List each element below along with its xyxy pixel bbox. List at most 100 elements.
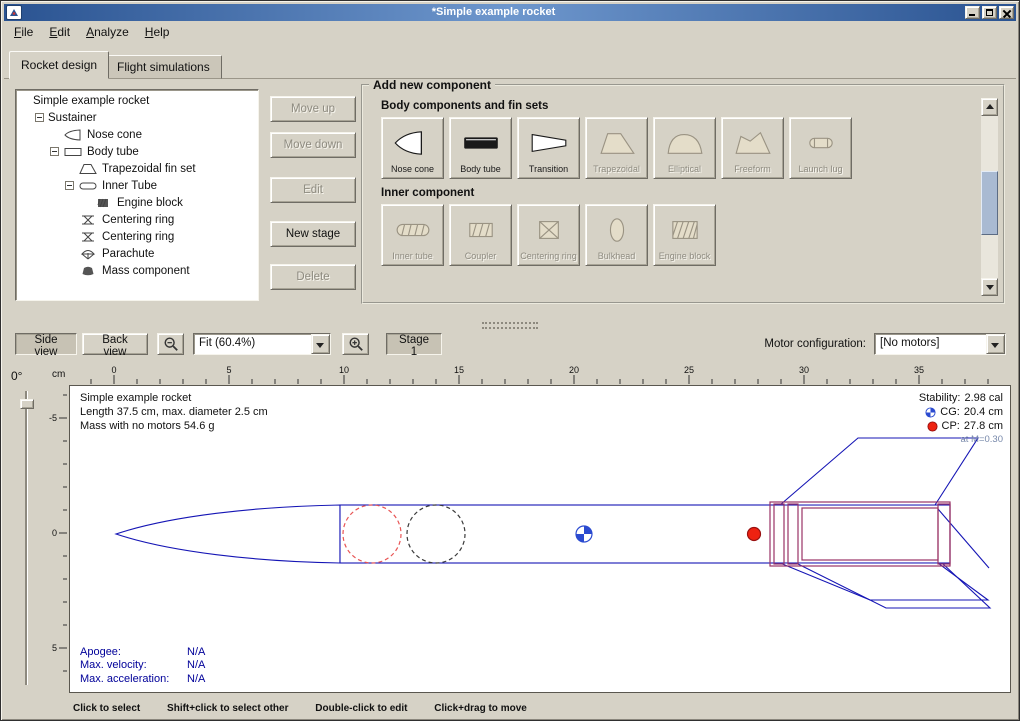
add-coupler-button[interactable]: Coupler [449,204,512,266]
coupler-icon [459,208,503,252]
tree-item-label: Sustainer [48,112,97,124]
tree-collapse-icon[interactable] [35,113,44,122]
tree-collapse-icon[interactable] [50,147,59,156]
maximize-button[interactable] [982,6,997,19]
add-transition-button[interactable]: Transition [517,117,580,179]
scroll-down-icon[interactable] [981,278,998,296]
tree-item-centering-ring[interactable]: Centering ring [16,211,258,228]
motor-configuration-value: [No motors] [875,334,986,354]
motor-configuration-select[interactable]: [No motors] [874,333,1006,355]
new-stage-button[interactable]: New stage [270,221,356,247]
add-body-tube-button[interactable]: Body tube [449,117,512,179]
tree-item-sustainer[interactable]: Sustainer [16,109,258,126]
tab-flight-simulations[interactable]: Flight simulations [105,55,222,79]
max-acceleration-label: Max. acceleration: [80,673,187,687]
app-icon[interactable] [6,5,22,20]
zoom-out-button[interactable] [157,333,184,355]
tree-item-label: Trapezoidal fin set [102,163,196,175]
component-button-label: Transition [529,165,568,175]
component-scrollbar[interactable] [981,98,998,296]
scrollbar-thumb[interactable] [981,171,998,235]
chevron-down-icon[interactable] [311,334,330,354]
tree-item-nose-cone[interactable]: Nose cone [16,126,258,143]
svg-text:5: 5 [226,365,231,375]
fin-bottom-shape [780,563,988,600]
menu-analyze[interactable]: Analyze [79,23,136,41]
inner-tube-icon [78,180,98,192]
tree-collapse-icon[interactable] [65,181,74,190]
splitter-dots [482,327,538,329]
tree-item-engine-block[interactable]: Engine block [16,194,258,211]
titlebar[interactable]: *Simple example rocket [4,4,1016,21]
move-down-button[interactable]: Move down [270,132,356,158]
add-nose-cone-button[interactable]: Nose cone [381,117,444,179]
tree-item-centering-ring[interactable]: Centering ring [16,228,258,245]
rocket-length: Length 37.5 cm, max. diameter 2.5 cm [80,405,268,419]
close-button[interactable] [999,6,1014,19]
scroll-up-icon[interactable] [981,98,998,116]
add-bulkhead-button[interactable]: Bulkhead [585,204,648,266]
scrollbar-track[interactable] [981,116,998,278]
rotation-slider[interactable] [20,391,32,685]
tree-item-inner-tube[interactable]: Inner Tube [16,177,258,194]
menu-help[interactable]: Help [138,23,177,41]
component-button-label: Engine block [659,252,711,262]
zoom-select[interactable]: Fit (60.4%) [193,333,331,355]
svg-text:15: 15 [454,365,464,375]
mass-component-icon [78,265,98,277]
svg-text:0: 0 [111,365,116,375]
component-button-row: Nose cone Body tube Transition TrapezoidalE… [381,117,1003,179]
add-engine-block-button[interactable]: Engine block [653,204,716,266]
add-inner-tube-button[interactable]: Inner tube [381,204,444,266]
stage-1-toggle[interactable]: Stage 1 [386,333,442,355]
rocket-canvas[interactable]: Simple example rocket Length 37.5 cm, ma… [69,385,1011,693]
component-button-label: Nose cone [391,165,434,175]
window-title: *Simple example rocket [25,5,962,20]
delete-button[interactable]: Delete [270,264,356,290]
rocket-info: Simple example rocket Length 37.5 cm, ma… [80,391,268,433]
rocket-name: Simple example rocket [80,391,268,405]
tree-item-mass-component[interactable]: Mass component [16,262,258,279]
menu-file[interactable]: File [7,23,40,41]
tree-item-simple-example-rocket[interactable]: Simple example rocket [16,92,258,109]
trapezoidal-icon [595,121,639,165]
add-new-component-group: Add new component Body components and fi… [361,78,1005,304]
add-elliptical-button[interactable]: Elliptical [653,117,716,179]
tree-item-parachute[interactable]: Parachute [16,245,258,262]
tree-item-label: Centering ring [102,231,174,243]
add-centering-ring-button[interactable]: Centering ring [517,204,580,266]
component-button-row: Inner tube Coupler Centering ringBulkhead E… [381,204,1003,266]
component-tree[interactable]: Simple example rocket Sustainer Nose coneB… [15,89,259,301]
add-launch-lug-button[interactable]: Launch lug [789,117,852,179]
section-label-body-components-and-fin-sets: Body components and fin sets [381,100,1003,112]
chevron-down-icon[interactable] [986,334,1005,354]
tree-item-trapezoidal-fin-set[interactable]: Trapezoidal fin set [16,160,258,177]
component-button-label: Freeform [734,165,771,175]
section-label-inner-component: Inner component [381,187,1003,199]
add-trapezoidal-button[interactable]: Trapezoidal [585,117,648,179]
add-freeform-button[interactable]: Freeform [721,117,784,179]
side-view-button[interactable]: Side view [15,333,77,355]
flight-info: Apogee:N/A Max. velocity:N/A Max. accele… [80,646,205,687]
move-up-button[interactable]: Move up [270,96,356,122]
nose-cone-icon [391,121,435,165]
cp-value: 27.8 cm [964,419,1003,433]
view-toolbar: Side view Back view Fit (60.4%) Stage 1 … [4,331,1016,357]
component-button-label: Coupler [465,252,497,262]
menu-edit[interactable]: Edit [42,23,77,41]
stability-value: 2.98 cal [964,391,1003,405]
edit-button[interactable]: Edit [270,177,356,203]
cp-marker [748,528,761,541]
tab-rocket-design[interactable]: Rocket design [9,51,109,79]
menubar: File Edit Analyze Help [7,22,176,42]
hint-shift-click: Shift+click to select other [167,703,288,714]
svg-text:25: 25 [684,365,694,375]
tree-item-body-tube[interactable]: Body tube [16,143,258,160]
apogee-label: Apogee: [80,646,187,660]
elliptical-icon [663,121,707,165]
minimize-button[interactable] [965,6,980,19]
rotation-slider-handle[interactable] [20,399,34,409]
zoom-in-button[interactable] [342,333,369,355]
back-view-button[interactable]: Back view [82,333,148,355]
body-tube-icon [459,121,503,165]
